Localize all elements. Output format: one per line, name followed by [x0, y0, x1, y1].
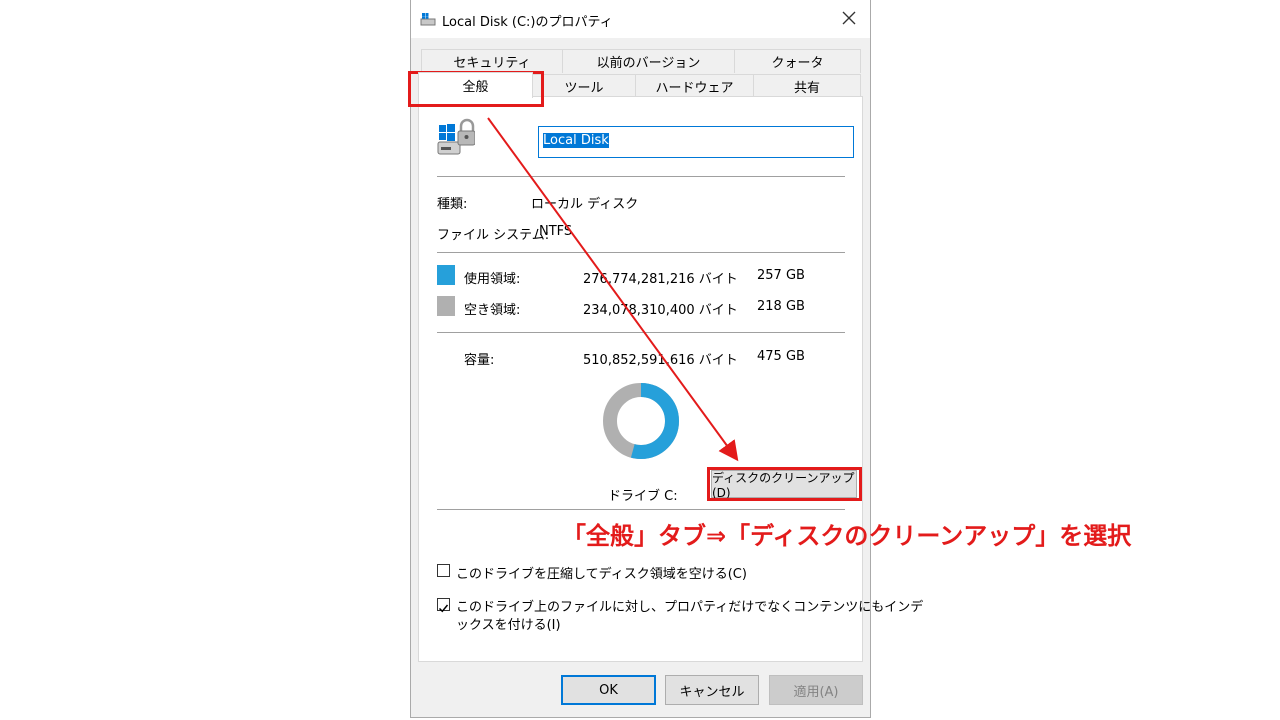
compress-label: このドライブを圧縮してディスク領域を空ける(C)	[456, 567, 747, 582]
separator	[437, 509, 845, 510]
used-swatch	[437, 265, 455, 285]
free-swatch	[437, 296, 455, 316]
cancel-button[interactable]: キャンセル	[665, 675, 759, 705]
title-bar: Local Disk (C:)のプロパティ	[411, 0, 870, 38]
capacity-bytes: 510,852,591,616 バイト	[583, 353, 738, 368]
free-gb: 218 GB	[757, 299, 805, 314]
ok-button[interactable]: OK	[561, 675, 656, 705]
fs-value: NTFS	[539, 224, 573, 239]
tab-hardware[interactable]: ハードウェア	[635, 74, 754, 98]
close-button[interactable]	[834, 4, 864, 32]
fs-label: ファイル システム:	[437, 228, 550, 243]
tab-general[interactable]: 全般	[418, 72, 533, 98]
window-title: Local Disk (C:)のプロパティ	[442, 15, 613, 30]
apply-button[interactable]: 適用(A)	[769, 675, 863, 705]
tab-quota[interactable]: クォータ	[734, 49, 861, 73]
instruction-caption: 「全般」タブ⇒「ディスクのクリーンアップ」を選択	[562, 522, 1132, 550]
compress-checkbox[interactable]	[437, 564, 450, 577]
general-panel: Local Disk 種類: ローカル ディスク ファイル システム: NTFS…	[418, 96, 923, 662]
separator	[437, 332, 845, 333]
drive-label: ドライブ C:	[608, 489, 678, 504]
type-value: ローカル ディスク	[531, 197, 639, 212]
properties-dialog: Local Disk (C:)のプロパティ セキュリティ 以前のバージョン クォ…	[410, 0, 923, 718]
close-icon	[842, 11, 856, 25]
index-label-line-1: このドライブ上のファイルに対し、プロパティだけでなくコンテンツにもインデ	[456, 600, 924, 615]
tab-tools[interactable]: ツール	[532, 74, 636, 98]
free-label: 空き領域:	[464, 303, 521, 318]
index-label-line-2: ックスを付ける(I)	[456, 618, 561, 633]
used-bytes: 276,774,281,216 バイト	[583, 272, 738, 287]
usage-donut-chart	[603, 383, 679, 459]
separator	[437, 176, 845, 177]
separator	[437, 252, 845, 253]
capacity-label: 容量:	[464, 353, 495, 368]
tab-security[interactable]: セキュリティ	[421, 49, 563, 73]
tab-previous-versions[interactable]: 以前のバージョン	[562, 49, 735, 73]
drive-name-input[interactable]: Local Disk	[538, 126, 854, 158]
checkmark-icon	[438, 604, 449, 613]
used-gb: 257 GB	[757, 268, 805, 283]
drive-name-value: Local Disk	[543, 133, 609, 148]
used-label: 使用領域:	[464, 272, 521, 287]
type-label: 種類:	[437, 197, 468, 212]
drive-lock-icon	[437, 118, 475, 155]
drive-icon	[420, 13, 436, 26]
capacity-gb: 475 GB	[757, 349, 805, 364]
free-bytes: 234,078,310,400 バイト	[583, 303, 738, 318]
disk-cleanup-button[interactable]: ディスクのクリーンアップ(D)	[711, 470, 857, 500]
index-checkbox[interactable]	[437, 598, 450, 613]
tab-sharing[interactable]: 共有	[753, 74, 861, 98]
